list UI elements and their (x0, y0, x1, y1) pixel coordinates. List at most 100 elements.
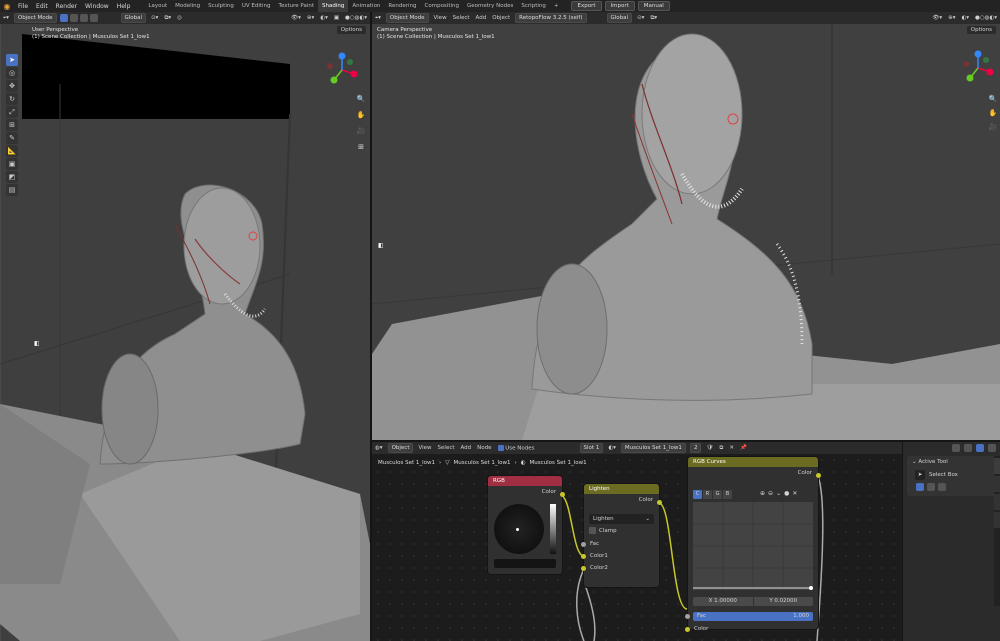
right-orientation-dropdown[interactable]: Global (606, 13, 633, 23)
right-menu-add[interactable]: Add (473, 15, 490, 21)
right-gizmo-icon[interactable]: ⊕▾ (945, 15, 958, 21)
blender-logo-icon[interactable]: ◉ (0, 0, 14, 12)
left-navigation-gizmo-icon[interactable] (324, 52, 360, 88)
pan-icon[interactable]: ✋ (356, 110, 366, 120)
right-menu-view[interactable]: View (431, 15, 450, 21)
pivot-icon[interactable]: ⊙▾ (148, 15, 161, 21)
transform-tool-icon[interactable]: ⊞ (6, 119, 18, 131)
left-viewport-canvas[interactable]: User Perspective (1) Scene Collection | … (0, 24, 370, 641)
right-editor-type-icon[interactable]: ⌖▾ (372, 15, 384, 22)
sidebar-icon-a[interactable] (952, 444, 960, 452)
lighten-node-header[interactable]: Lighten (584, 484, 659, 494)
left-3d-viewport[interactable]: ⌖▾ Object Mode Global ⊙▾ ⧉▾ ◎ 👁▾ ⊕▾ ◐▾ ▣… (0, 12, 370, 641)
left-options-button[interactable]: Options (336, 26, 366, 34)
channel-c-tab[interactable]: C (693, 490, 702, 499)
extra-tool-a-icon[interactable]: ◩ (6, 171, 18, 183)
snap-icon[interactable]: ⧉▾ (161, 15, 174, 22)
point-y-field[interactable]: Y 0.02000 (753, 597, 813, 606)
active-tool-title[interactable]: ⌄ Active Tool (907, 456, 997, 468)
node-editor-type-icon[interactable]: ◍▾ (372, 445, 386, 451)
fac-input-socket[interactable] (581, 542, 586, 547)
color1-input-socket[interactable] (581, 554, 586, 559)
blend-mode-dropdown[interactable]: Lighten ⌄ (589, 514, 654, 524)
material-name-field[interactable]: Musculos Set 1_low1 (620, 443, 686, 453)
channel-r-tab[interactable]: R (703, 490, 712, 499)
channel-b-tab[interactable]: B (723, 490, 732, 499)
sidebar-tab-view[interactable] (994, 476, 1000, 492)
workspace-tab-texture-paint[interactable]: Texture Paint (275, 0, 319, 12)
mode-extend-icon[interactable] (927, 483, 935, 491)
workspace-tab-rendering[interactable]: Rendering (384, 0, 420, 12)
menu-edit[interactable]: Edit (32, 3, 52, 10)
sidebar-icon-c[interactable] (976, 444, 984, 452)
camera-icon[interactable]: 🎥 (356, 126, 366, 136)
sidebar-icon-b[interactable] (964, 444, 972, 452)
rgb-node-header[interactable]: RGB (488, 476, 562, 486)
workspace-tab-modeling[interactable]: Modeling (171, 0, 204, 12)
right-visibility-icon[interactable]: 👁▾ (929, 15, 945, 21)
clip-icon[interactable]: ● (784, 490, 789, 497)
node-canvas[interactable]: Musculos Set 1_low1 › ▽ Musculos Set 1_lo… (372, 454, 902, 641)
right-navigation-gizmo-icon[interactable] (960, 50, 996, 86)
zoom-in-icon[interactable]: ⊕ (760, 490, 765, 497)
slot-dropdown[interactable]: Slot 1 (579, 443, 604, 453)
curves-fac-slider[interactable]: Fac 1.000 (693, 612, 813, 621)
sidebar-tab-group[interactable] (994, 512, 1000, 528)
point-x-field[interactable]: X 1.00000 (693, 597, 753, 606)
left-mode-dropdown[interactable]: Object Mode (13, 13, 57, 23)
node-menu-select[interactable]: Select (435, 445, 458, 451)
workspace-tab-animation[interactable]: Animation (348, 0, 384, 12)
use-nodes-checkbox[interactable]: Use Nodes (495, 444, 538, 451)
workspace-tab-sculpting[interactable]: Sculpting (204, 0, 238, 12)
duplicate-material-icon[interactable]: ⧉ (716, 445, 726, 452)
cursor-tool-icon[interactable]: ◎ (6, 67, 18, 79)
active-tool-row[interactable]: ➤ Select Box (907, 468, 997, 482)
import-button[interactable]: Import (604, 1, 635, 11)
color-swatch[interactable] (494, 559, 556, 568)
proportional-edit-icon[interactable]: ◎ (174, 15, 185, 21)
right-mode-dropdown[interactable]: Object Mode (385, 13, 429, 23)
left-orientation-dropdown[interactable]: Global (120, 13, 147, 23)
workspace-tab-geometry-nodes[interactable]: Geometry Nodes (463, 0, 517, 12)
gizmo-icon[interactable]: ⊕▾ (304, 15, 317, 21)
shader-type-dropdown[interactable]: Object (387, 443, 414, 453)
mode-new-icon[interactable] (916, 483, 924, 491)
material-users-count[interactable]: 2 (689, 443, 702, 453)
rgb-curves-node[interactable]: RGB Curves Color C R G B ⊕ ⊖ ⌄ ● ✕ X 1.0… (685, 457, 821, 632)
curves-output-socket[interactable] (816, 473, 821, 478)
curves-node-header[interactable]: RGB Curves (688, 457, 818, 467)
curves-fac-socket[interactable] (685, 614, 690, 619)
menu-file[interactable]: File (14, 3, 32, 10)
node-menu-view[interactable]: View (415, 445, 434, 451)
curve-graph[interactable] (693, 502, 813, 590)
select-extend-icon[interactable] (69, 14, 78, 22)
sidebar-tab-options[interactable] (994, 494, 1000, 510)
annotate-tool-icon[interactable]: ✎ (6, 132, 18, 144)
right-menu-select[interactable]: Select (450, 15, 473, 21)
zoom-icon[interactable]: 🔍 (356, 94, 366, 104)
menu-render[interactable]: Render (52, 3, 81, 10)
workspace-tab-layout[interactable]: Layout (144, 0, 171, 12)
workspace-tab-compositing[interactable]: Compositing (421, 0, 463, 12)
sidebar-icon-d[interactable] (988, 444, 996, 452)
right-snap-icon[interactable]: ⧉▾ (647, 15, 660, 22)
select-box-tool-icon[interactable]: ➤ (6, 54, 18, 66)
right-options-button[interactable]: Options (966, 26, 996, 34)
measure-tool-icon[interactable]: 📐 (6, 145, 18, 157)
manual-button[interactable]: Manual (637, 1, 670, 11)
add-workspace-button[interactable]: + (550, 0, 563, 12)
menu-help[interactable]: Help (113, 3, 135, 10)
select-subtract-icon[interactable] (79, 14, 88, 22)
lighten-node[interactable]: Lighten Color Lighten ⌄ Clamp Fac Color1 … (581, 484, 662, 587)
select-intersect-icon[interactable] (89, 14, 98, 22)
select-new-icon[interactable] (59, 14, 68, 22)
sidebar-tab-tool[interactable] (994, 458, 1000, 474)
shader-node-editor[interactable]: ◍▾ Object View Select Add Node Use Nodes… (372, 442, 902, 641)
visibility-icon[interactable]: 👁▾ (288, 15, 304, 21)
shading-solid-icon[interactable]: ●○◍◐▾ (342, 15, 370, 21)
workspace-tab-shading[interactable]: Shading (318, 0, 349, 12)
reset-curve-icon[interactable]: ✕ (792, 490, 797, 497)
right-shading-icon[interactable]: ●○◍◐▾ (972, 15, 1000, 21)
curves-color-input-socket[interactable] (685, 627, 690, 632)
extra-tool-b-icon[interactable]: ▤ (6, 184, 18, 196)
